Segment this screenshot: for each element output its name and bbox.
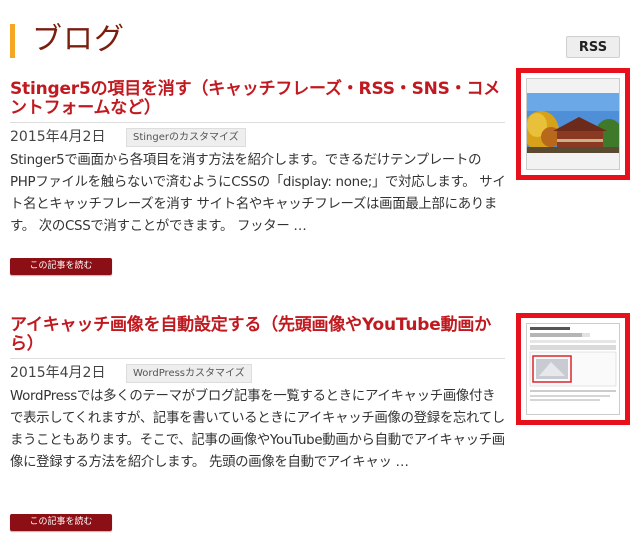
post-item: Stinger5の項目を消す（キャッチフレーズ・RSS・SNS・コメントフォーム… <box>10 68 630 290</box>
temple-photo-icon <box>527 79 619 169</box>
editor-screenshot-icon <box>527 324 619 414</box>
page-header: ブログ RSS <box>10 22 630 62</box>
post-date: 2015年4月2日 <box>10 129 106 145</box>
read-more-button[interactable]: この記事を読む <box>10 258 112 275</box>
title-divider <box>10 122 505 123</box>
post-date: 2015年4月2日 <box>10 365 106 381</box>
post-meta: 2015年4月2日 WordPressカスタマイズ <box>10 362 505 384</box>
thumbnail-image <box>526 323 620 415</box>
page-title: ブログ <box>32 22 125 57</box>
thumbnail-image <box>526 78 620 170</box>
post-title-link[interactable]: Stinger5の項目を消す（キャッチフレーズ・RSS・SNS・コメントフォーム… <box>10 80 505 118</box>
category-tag[interactable]: Stingerのカスタマイズ <box>126 128 246 147</box>
title-divider <box>10 358 505 359</box>
post-item: アイキャッチ画像を自動設定する（先頭画像やYouTube動画から） 2015年4… <box>10 313 630 536</box>
post-thumbnail[interactable] <box>516 313 630 425</box>
rss-button[interactable]: RSS <box>566 36 620 58</box>
header-accent-bar <box>10 24 15 58</box>
read-more-button[interactable]: この記事を読む <box>10 514 112 531</box>
post-thumbnail[interactable] <box>516 68 630 180</box>
post-excerpt: Stinger5で画面から各項目を消す方法を紹介します。できるだけテンプレートの… <box>10 153 506 234</box>
post-excerpt: WordPressでは多くのテーマがブログ記事を一覧するときにアイキャッチ画像付… <box>10 389 505 470</box>
post-title-link[interactable]: アイキャッチ画像を自動設定する（先頭画像やYouTube動画から） <box>10 316 505 354</box>
post-meta: 2015年4月2日 Stingerのカスタマイズ <box>10 126 505 148</box>
category-tag[interactable]: WordPressカスタマイズ <box>126 364 252 383</box>
